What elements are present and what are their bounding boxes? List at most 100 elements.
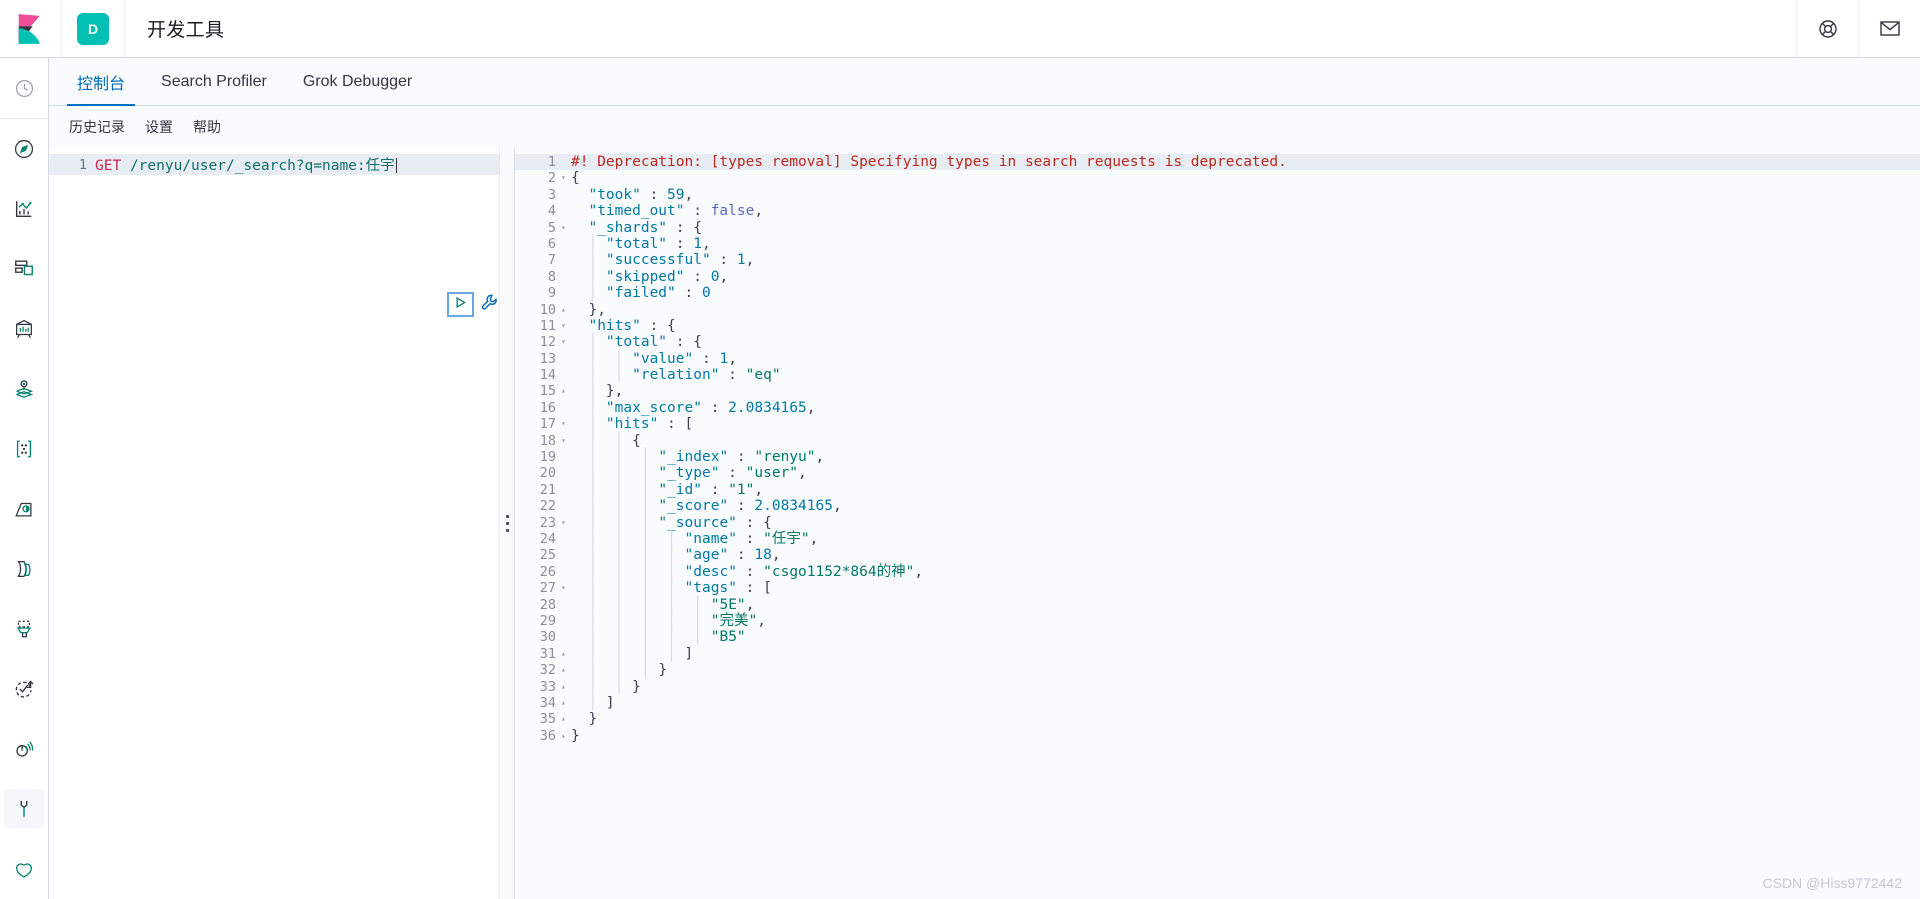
dev-tools-tabs: 控制台 Search Profiler Grok Debugger — [49, 58, 1920, 106]
sidebar-item-canvas[interactable] — [4, 309, 44, 349]
fold-toggle-icon[interactable]: ▾ — [561, 515, 571, 531]
response-line: 29 │ │ │ │ │ "完美", — [515, 613, 1920, 629]
request-editor-pane[interactable]: 1 GET /renyu/user/_search?q=name:任宇 — [49, 148, 499, 899]
sidebar-item-apm[interactable] — [4, 609, 44, 649]
news-feed-button[interactable] — [1858, 0, 1920, 57]
response-line-text: "took" : 59, — [571, 186, 694, 203]
fold-toggle-icon[interactable]: ▴ — [561, 695, 571, 711]
fold-toggle-icon[interactable]: ▴ — [561, 662, 571, 678]
menu-item-history[interactable]: 历史记录 — [61, 113, 133, 141]
response-line-number: 35 — [539, 711, 556, 728]
response-line: 33 ▴ │ │ } — [515, 679, 1920, 695]
response-line-text: │ │ │ │ ] — [588, 645, 694, 662]
fold-toggle-icon[interactable]: ▴ — [561, 302, 571, 318]
sidebar-item-dev-tools[interactable] — [4, 789, 44, 829]
fold-toggle-icon[interactable]: ▾ — [561, 433, 571, 449]
request-context-menu-button[interactable] — [480, 293, 499, 317]
pane-resize-handle[interactable] — [499, 148, 515, 899]
rail-group-apps — [0, 119, 48, 899]
request-actions — [447, 292, 499, 317]
tab-console[interactable]: 控制台 — [59, 58, 143, 106]
sidebar-item-machine-learning[interactable] — [4, 429, 44, 469]
menu-item-help[interactable]: 帮助 — [185, 113, 229, 141]
kibana-home-link[interactable] — [0, 0, 62, 57]
response-line: 26 │ │ │ │ "desc" : "csgo1152*864的神", — [515, 564, 1920, 580]
response-line-number: 10 — [539, 301, 556, 318]
response-line-number: 16 — [539, 399, 556, 416]
response-line-number: 6 — [547, 235, 556, 252]
response-line-number: 34 — [539, 694, 556, 711]
response-line-number: 27 — [539, 580, 556, 597]
help-button[interactable] — [1796, 0, 1858, 57]
management-gear-icon — [13, 858, 35, 880]
sidebar-item-discover[interactable] — [4, 129, 44, 169]
menu-item-settings[interactable]: 设置 — [137, 113, 181, 141]
response-line-number: 11 — [539, 317, 556, 334]
response-line: 30 │ │ │ │ │ "B5" — [515, 629, 1920, 645]
tab-grok-debugger[interactable]: Grok Debugger — [285, 58, 430, 105]
fold-toggle-icon[interactable]: ▴ — [561, 679, 571, 695]
tab-search-profiler[interactable]: Search Profiler — [143, 58, 285, 105]
response-line-number: 8 — [547, 268, 556, 285]
response-line: 31 ▴ │ │ │ │ ] — [515, 646, 1920, 662]
response-line-number: 22 — [539, 498, 556, 515]
sidebar-item-management[interactable] — [4, 849, 44, 889]
response-line: 7 │ "successful" : 1, — [515, 252, 1920, 268]
response-line-number: 25 — [539, 547, 556, 564]
fold-toggle-icon[interactable]: ▾ — [561, 318, 571, 334]
response-line: 18 ▾ │ │ { — [515, 433, 1920, 449]
fold-toggle-icon[interactable]: ▴ — [561, 728, 571, 744]
response-output-pane[interactable]: 1 #! Deprecation: [types removal] Specify… — [515, 148, 1920, 899]
response-line-text: │ "hits" : [ — [588, 416, 694, 433]
fold-toggle-icon[interactable]: ▴ — [561, 711, 571, 727]
fold-toggle-icon[interactable]: ▴ — [561, 646, 571, 662]
fold-toggle-icon[interactable]: ▴ — [561, 383, 571, 399]
response-line-text: │ │ "relation" : "eq" — [588, 367, 781, 384]
fold-toggle-icon[interactable]: ▾ — [561, 580, 571, 596]
sidebar-item-siem[interactable] — [4, 729, 44, 769]
response-line-text: │ │ "value" : 1, — [588, 350, 737, 367]
response-line: 28 │ │ │ │ │ "5E", — [515, 597, 1920, 613]
machine-learning-icon — [13, 438, 35, 460]
space-selector[interactable]: D — [62, 0, 125, 57]
request-line[interactable]: 1 GET /renyu/user/_search?q=name:任宇 — [49, 154, 499, 175]
fold-toggle-icon[interactable]: ▾ — [561, 220, 571, 236]
fold-toggle-icon[interactable]: ▾ — [561, 416, 571, 432]
response-line-text: │ │ │ │ "tags" : [ — [588, 580, 772, 597]
editor-line-number: 1 — [78, 156, 87, 173]
response-line-text: │ "successful" : 1, — [588, 252, 755, 269]
response-line-text: │ "failed" : 0 — [588, 285, 711, 302]
response-line-number: 18 — [539, 432, 556, 449]
sidebar-item-maps[interactable] — [4, 369, 44, 409]
response-line: 21 │ │ │ "_id" : "1", — [515, 482, 1920, 498]
sidebar-item-recent[interactable] — [4, 68, 44, 108]
response-line-text: │ │ │ │ │ "B5" — [588, 629, 746, 646]
response-line: 34 ▴ │ ] — [515, 695, 1920, 711]
response-line-text: │ │ │ "_source" : { — [588, 514, 772, 531]
siem-radar-icon — [13, 738, 35, 760]
fold-toggle-icon[interactable]: ▾ — [561, 170, 571, 186]
response-line: 17 ▾ │ "hits" : [ — [515, 416, 1920, 432]
send-request-button[interactable] — [447, 292, 474, 317]
response-line: 5 ▾ "_shards" : { — [515, 220, 1920, 236]
response-line: 24 │ │ │ │ "name" : "任宇", — [515, 531, 1920, 547]
sidebar-item-dashboard[interactable] — [4, 249, 44, 289]
sidebar-item-uptime[interactable] — [4, 669, 44, 709]
response-line-text: │ │ │ │ │ "5E", — [588, 596, 755, 613]
response-line-number: 28 — [539, 596, 556, 613]
chart-visualize-icon — [13, 198, 35, 220]
lifebuoy-help-icon — [1818, 19, 1838, 39]
sidebar-item-infrastructure[interactable] — [4, 489, 44, 529]
response-line-number: 14 — [539, 367, 556, 384]
response-line: 32 ▴ │ │ │ } — [515, 662, 1920, 678]
sidebar-item-logs[interactable] — [4, 549, 44, 589]
response-line-text: }, — [571, 301, 606, 318]
play-triangle-icon — [454, 296, 467, 314]
sidebar-item-visualize[interactable] — [4, 189, 44, 229]
response-line: 14 │ │ "relation" : "eq" — [515, 367, 1920, 383]
response-line-text: │ "total" : { — [588, 334, 702, 351]
response-line: 9 │ "failed" : 0 — [515, 285, 1920, 301]
request-editor[interactable]: 1 GET /renyu/user/_search?q=name:任宇 — [49, 148, 499, 899]
fold-toggle-icon[interactable]: ▾ — [561, 334, 571, 350]
response-line-text: │ │ } — [588, 678, 641, 695]
